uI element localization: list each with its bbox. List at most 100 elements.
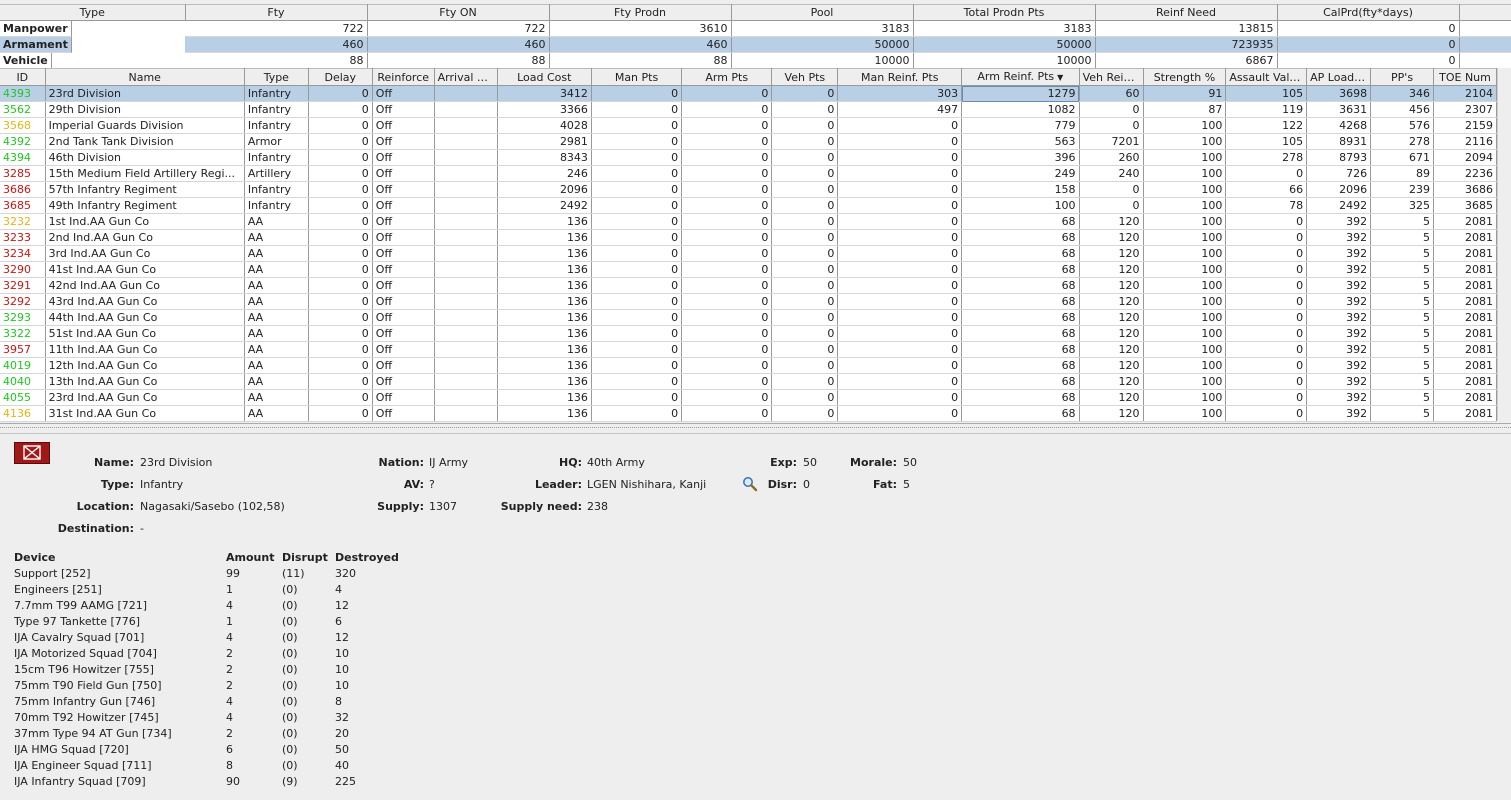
unit-cell-reinforce: Off bbox=[372, 181, 435, 198]
unit-cell-arm-pts: 0 bbox=[681, 133, 773, 150]
column-header-arm-pts[interactable]: Arm Pts bbox=[681, 68, 773, 86]
unit-row[interactable]: 3568 Imperial Guards Division Infantry 0 Off… bbox=[0, 117, 1497, 134]
unit-row[interactable]: 3686 57th Infantry Regiment Infantry 0 Off 20… bbox=[0, 181, 1497, 198]
unit-cell-veh-reinf: 120 bbox=[1079, 373, 1144, 390]
unit-cell-type: AA bbox=[244, 357, 309, 374]
unit-row[interactable]: 3234 3rd Ind.AA Gun Co AA 0 Off 136 0 0 0 0 68 120 1… bbox=[0, 245, 1497, 262]
unit-row[interactable]: 3291 42nd Ind.AA Gun Co AA 0 Off 136 0 0 0 0 68 120… bbox=[0, 277, 1497, 294]
summary-header[interactable]: Fty bbox=[185, 4, 368, 21]
unit-cell-toe-num: 2081 bbox=[1433, 293, 1497, 310]
unit-row[interactable]: 3233 2nd Ind.AA Gun Co AA 0 Off 136 0 0 0 0 68 120 1… bbox=[0, 229, 1497, 246]
unit-row[interactable]: 4392 2nd Tank Tank Division Armor 0 Off 2981 0… bbox=[0, 133, 1497, 150]
unit-cell-strength: 100 bbox=[1143, 309, 1227, 326]
unit-row[interactable]: 4055 23rd Ind.AA Gun Co AA 0 Off 136 0 0 0 0 68 120… bbox=[0, 389, 1497, 406]
column-header-load-cost[interactable]: Load Cost bbox=[497, 68, 592, 86]
unit-cell-load-cost: 136 bbox=[497, 229, 592, 246]
summary-header[interactable]: Fty Prodn bbox=[549, 4, 732, 21]
column-header-arrival-port[interactable]: Arrival Port bbox=[434, 68, 498, 86]
unit-row[interactable]: 4393 23rd Division Infantry 0 Off 3412 0 0 0 303 1… bbox=[0, 85, 1497, 102]
unit-cell-man-reinf-pts: 0 bbox=[837, 357, 963, 374]
unit-cell-name: 49th Infantry Regiment bbox=[45, 197, 245, 214]
hq-label: HQ: bbox=[559, 456, 582, 469]
unit-row[interactable]: 3293 44th Ind.AA Gun Co AA 0 Off 136 0 0 0 0 68 120… bbox=[0, 309, 1497, 326]
column-header-arm-reinf-pts[interactable]: Arm Reinf. Pts ▼ bbox=[961, 68, 1080, 86]
column-header-toe-num[interactable]: TOE Num bbox=[1433, 68, 1497, 86]
unit-cell-reinforce: Off bbox=[372, 197, 435, 214]
column-header-id[interactable]: ID bbox=[0, 68, 46, 86]
unit-cell-man-pts: 0 bbox=[591, 357, 683, 374]
unit-cell-reinforce: Off bbox=[372, 165, 435, 182]
summary-row[interactable]: Vehicle 88 88 88 10000 10000 6867 0 bbox=[0, 52, 1511, 69]
column-header-man-reinf-pts[interactable]: Man Reinf. Pts bbox=[837, 68, 963, 86]
unit-row[interactable]: 3562 29th Division Infantry 0 Off 3366 0 0 0 497 1… bbox=[0, 101, 1497, 118]
unit-cell-delay: 0 bbox=[308, 181, 373, 198]
summary-header[interactable]: Fty ON bbox=[367, 4, 550, 21]
unit-cell-load-cost: 3366 bbox=[497, 101, 592, 118]
unit-cell-type: AA bbox=[244, 389, 309, 406]
column-header-reinforce[interactable]: Reinforce bbox=[372, 68, 435, 86]
summary-cell-fty-prodn: 88 bbox=[549, 52, 732, 69]
unit-row[interactable]: 4394 46th Division Infantry 0 Off 8343 0 0 0 0 396… bbox=[0, 149, 1497, 166]
unit-cell-ap-load: 392 bbox=[1306, 245, 1372, 262]
column-header-veh-pts[interactable]: Veh Pts bbox=[771, 68, 839, 86]
unit-cell-arm-pts: 0 bbox=[681, 277, 773, 294]
splitter-grip bbox=[0, 427, 1511, 429]
unit-row[interactable]: 3285 15th Medium Field Artillery Regi... A… bbox=[0, 165, 1497, 182]
column-header-type[interactable]: Type bbox=[244, 68, 309, 86]
envelope-icon[interactable] bbox=[14, 442, 50, 464]
unit-cell-pps: 456 bbox=[1370, 101, 1435, 118]
unit-cell-id: 3685 bbox=[0, 197, 46, 214]
summary-header[interactable]: Reinf Need bbox=[1095, 4, 1278, 21]
device-cell-destroyed: 40 bbox=[335, 759, 349, 772]
column-header-strength[interactable]: Strength % bbox=[1143, 68, 1227, 86]
unit-row[interactable]: 4019 12th Ind.AA Gun Co AA 0 Off 136 0 0 0 0 68 120… bbox=[0, 357, 1497, 374]
destroyed-header: Destroyed bbox=[335, 551, 399, 564]
unit-cell-name: 51st Ind.AA Gun Co bbox=[45, 325, 245, 342]
summary-header[interactable]: Total Prodn Pts bbox=[913, 4, 1096, 21]
unit-cell-load-cost: 2096 bbox=[497, 181, 592, 198]
vertical-scrollbar-track[interactable] bbox=[1497, 68, 1511, 420]
hq-value[interactable]: 40th Army bbox=[587, 456, 645, 469]
unit-cell-id: 3957 bbox=[0, 341, 46, 358]
unit-cell-veh-reinf: 0 bbox=[1079, 117, 1144, 134]
unit-row[interactable]: 3685 49th Infantry Regiment Infantry 0 Off 24… bbox=[0, 197, 1497, 214]
unit-row[interactable]: 3290 41st Ind.AA Gun Co AA 0 Off 136 0 0 0 0 68 120… bbox=[0, 261, 1497, 278]
leader-value[interactable]: LGEN Nishihara, Kanji bbox=[587, 478, 706, 491]
device-cell-disrupt: (0) bbox=[282, 599, 298, 612]
unit-cell-veh-reinf: 0 bbox=[1079, 197, 1144, 214]
summary-header[interactable]: CalPrd(fty*days) bbox=[1277, 4, 1460, 21]
unit-cell-load-cost: 8343 bbox=[497, 149, 592, 166]
unit-cell-name: 57th Infantry Regiment bbox=[45, 181, 245, 198]
magnifier-icon[interactable] bbox=[742, 476, 758, 492]
unit-cell-arm-pts: 0 bbox=[681, 181, 773, 198]
unit-cell-pps: 576 bbox=[1370, 117, 1435, 134]
column-header-veh-reinf[interactable]: Veh Rein... bbox=[1079, 68, 1144, 86]
unit-cell-toe-num: 2236 bbox=[1433, 165, 1497, 182]
sort-descending-icon: ▼ bbox=[1057, 73, 1064, 82]
unit-row[interactable]: 4040 13th Ind.AA Gun Co AA 0 Off 136 0 0 0 0 68 120… bbox=[0, 373, 1497, 390]
unit-row[interactable]: 3232 1st Ind.AA Gun Co AA 0 Off 136 0 0 0 0 68 120 1… bbox=[0, 213, 1497, 230]
summary-header[interactable]: Pool bbox=[731, 4, 914, 21]
column-header-name[interactable]: Name bbox=[45, 68, 245, 86]
column-header-pps[interactable]: PP's bbox=[1370, 68, 1435, 86]
unit-cell-arrival-port bbox=[434, 293, 498, 310]
unit-cell-strength: 100 bbox=[1143, 165, 1227, 182]
device-header: Device bbox=[14, 551, 56, 564]
unit-row[interactable]: 3322 51st Ind.AA Gun Co AA 0 Off 136 0 0 0 0 68 120… bbox=[0, 325, 1497, 342]
units-header-row: ID Name Type Delay Reinforce Arrival Por… bbox=[0, 68, 1497, 86]
unit-row[interactable]: 3957 11th Ind.AA Gun Co AA 0 Off 136 0 0 0 0 68 120… bbox=[0, 341, 1497, 358]
summary-row[interactable]: Manpower 722 722 3610 3183 3183 13815 0 bbox=[0, 20, 1511, 37]
unit-row[interactable]: 3292 43rd Ind.AA Gun Co AA 0 Off 136 0 0 0 0 68 120… bbox=[0, 293, 1497, 310]
unit-cell-ap-load: 392 bbox=[1306, 213, 1372, 230]
column-header-man-pts[interactable]: Man Pts bbox=[591, 68, 683, 86]
summary-row[interactable]: Armament 460 460 460 50000 50000 723935 0 bbox=[0, 36, 1511, 53]
device-header-row: Device Amount Disrupt Destroyed bbox=[14, 550, 405, 566]
column-header-delay[interactable]: Delay bbox=[308, 68, 373, 86]
unit-cell-reinforce: Off bbox=[372, 309, 435, 326]
unit-cell-name: 43rd Ind.AA Gun Co bbox=[45, 293, 245, 310]
column-header-assault-value[interactable]: Assault Value bbox=[1225, 68, 1308, 86]
summary-header[interactable]: Type bbox=[0, 4, 186, 21]
unit-cell-arm-reinf-pts: 68 bbox=[961, 213, 1080, 230]
unit-row[interactable]: 4136 31st Ind.AA Gun Co AA 0 Off 136 0 0 0 0 68 120… bbox=[0, 405, 1497, 422]
column-header-ap-load[interactable]: AP Load ... bbox=[1306, 68, 1372, 86]
